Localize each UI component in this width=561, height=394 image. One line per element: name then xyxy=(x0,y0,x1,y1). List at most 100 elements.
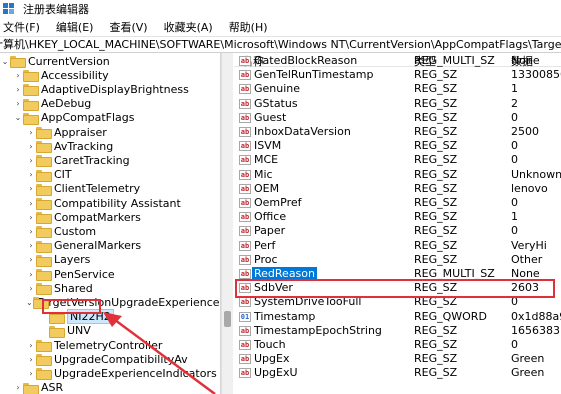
menu-help[interactable]: 帮助(H) xyxy=(226,19,271,35)
collapsed-chevron-icon[interactable]: › xyxy=(26,153,36,167)
tree-item-label: ASR xyxy=(41,381,64,394)
tree-item[interactable]: ⌄ CurrentVersion xyxy=(0,54,220,68)
value-row[interactable]: ab UpgEx REG_SZ Green xyxy=(234,352,561,366)
values-pane[interactable]: 名称 类型 数据 ab GatedBlockReason REG_MULTI_SZ N… xyxy=(234,53,561,394)
value-row[interactable]: ab GatedBlockReason REG_MULTI_SZ None xyxy=(234,54,561,68)
value-data: 0 xyxy=(511,110,518,124)
collapsed-chevron-icon[interactable]: › xyxy=(26,253,36,267)
collapsed-chevron-icon[interactable]: › xyxy=(26,139,36,153)
tree-item[interactable]: › GeneralMarkers xyxy=(0,239,220,253)
folder-icon xyxy=(36,240,52,253)
tree-item[interactable]: › Custom xyxy=(0,224,220,239)
expanded-chevron-icon[interactable]: ⌄ xyxy=(0,54,10,68)
collapsed-chevron-icon[interactable]: › xyxy=(26,196,36,210)
tree-scrollbar-thumb[interactable] xyxy=(224,311,231,327)
collapsed-chevron-icon[interactable]: › xyxy=(26,267,36,281)
value-row[interactable]: ab ISVM REG_SZ 0 xyxy=(234,139,561,153)
value-row[interactable]: ab Office REG_SZ 1 xyxy=(234,210,561,224)
tree-item[interactable]: › AeDebug xyxy=(0,97,220,111)
value-row[interactable]: ab UpgExU REG_SZ Green xyxy=(234,366,561,380)
tree-item[interactable]: › Accessibility xyxy=(0,68,220,83)
expanded-chevron-icon[interactable]: ⌄ xyxy=(26,295,33,309)
value-row[interactable]: ab Mic REG_SZ Unknown xyxy=(234,168,561,182)
tree-item[interactable]: › CaretTracking xyxy=(0,153,220,168)
collapsed-chevron-icon[interactable]: › xyxy=(26,182,36,196)
menu-edit[interactable]: 编辑(E) xyxy=(53,19,97,35)
value-data: None xyxy=(511,54,540,67)
expanded-chevron-icon[interactable]: ⌄ xyxy=(13,111,23,125)
menu-view[interactable]: 查看(V) xyxy=(106,19,150,35)
tree-item[interactable]: › Appraiser xyxy=(0,125,220,139)
value-type: REG_SZ xyxy=(414,82,458,96)
value-row[interactable]: ab Genuine REG_SZ 1 xyxy=(234,82,561,96)
value-row[interactable]: 01Timestamp REG_QWORD 0x1d88a96 xyxy=(234,310,561,324)
tree-item[interactable]: › CompatMarkers xyxy=(0,210,220,225)
tree-item[interactable]: › PenService xyxy=(0,267,220,281)
tree-item[interactable]: UNV xyxy=(0,324,220,338)
tree-item[interactable]: › AdaptiveDisplayBrightness xyxy=(0,82,220,97)
tree-item[interactable]: NI22H2 xyxy=(0,309,220,325)
value-name: ISVM xyxy=(254,139,282,153)
folder-icon xyxy=(36,183,52,196)
tree-item[interactable]: › Shared xyxy=(0,281,220,296)
tree-item-label: UpgradeExperienceIndicators xyxy=(54,366,217,380)
tree-item[interactable]: › ClientTelemetry xyxy=(0,182,220,196)
menu-favorites[interactable]: 收藏夹(A) xyxy=(161,19,216,35)
value-row[interactable]: ab Touch REG_SZ 0 xyxy=(234,338,561,352)
menu-file[interactable]: 文件(F) xyxy=(0,19,43,35)
value-type: REG_SZ xyxy=(414,110,458,124)
value-row[interactable]: abTimestampEpochString REG_SZ 165638316 xyxy=(234,324,561,338)
collapsed-chevron-icon[interactable]: › xyxy=(26,224,36,238)
menu-bar: 文件(F) 编辑(E) 查看(V) 收藏夹(A) 帮助(H) xyxy=(0,18,561,36)
collapsed-chevron-icon[interactable]: › xyxy=(26,281,36,295)
string-value-icon: ab xyxy=(239,297,251,308)
value-name: OEM xyxy=(254,181,280,195)
value-row[interactable]: ab Perf REG_SZ VeryHi xyxy=(234,239,561,253)
collapsed-chevron-icon[interactable]: › xyxy=(26,352,36,366)
value-row[interactable]: ab Proc REG_SZ Other xyxy=(234,253,561,267)
collapsed-chevron-icon[interactable]: › xyxy=(13,381,23,394)
collapsed-chevron-icon[interactable]: › xyxy=(13,82,23,96)
collapsed-chevron-icon[interactable]: › xyxy=(26,239,36,253)
collapsed-chevron-icon[interactable]: › xyxy=(26,338,36,352)
collapsed-chevron-icon[interactable]: › xyxy=(26,210,36,224)
tree-item[interactable]: ⌄ AppCompatFlags xyxy=(0,111,220,125)
string-value-icon: ab xyxy=(239,354,251,365)
tree-item-label: PenService xyxy=(54,267,115,281)
tree-item[interactable]: › Layers xyxy=(0,253,220,267)
tree-item-label: AppCompatFlags xyxy=(41,111,135,125)
tree-item[interactable]: › ASR xyxy=(0,381,220,394)
value-row[interactable]: ab OEM REG_SZ lenovo xyxy=(234,182,561,196)
tree-item[interactable]: › UpgradeCompatibilityAv xyxy=(0,352,220,367)
value-data: VeryHi xyxy=(511,238,547,252)
value-data: 0 xyxy=(511,338,518,351)
tree-item[interactable]: › UpgradeExperienceIndicators xyxy=(0,366,220,381)
tree-item[interactable]: › TelemetryController xyxy=(0,338,220,352)
value-row[interactable]: abGenTelRunTimestamp REG_SZ 133008567 xyxy=(234,68,561,82)
collapsed-chevron-icon[interactable]: › xyxy=(13,97,23,111)
string-value-icon: ab xyxy=(239,198,251,208)
collapsed-chevron-icon[interactable]: › xyxy=(26,168,36,182)
tree-item[interactable]: › CIT xyxy=(0,168,220,182)
value-row[interactable]: ab InboxDataVersion REG_SZ 2500 xyxy=(234,125,561,139)
tree-item-label: ClientTelemetry xyxy=(54,182,141,196)
tree-item[interactable]: ⌄ TargetVersionUpgradeExperienceInc xyxy=(0,295,220,310)
value-name: UpgEx xyxy=(254,352,290,366)
tree-item[interactable]: › AvTracking xyxy=(0,139,220,154)
collapsed-chevron-icon[interactable]: › xyxy=(26,366,36,380)
tree-item[interactable]: › Compatibility Assistant xyxy=(0,196,220,210)
value-type: REG_MULTI_SZ xyxy=(414,54,495,67)
value-row[interactable]: ab Paper REG_SZ 0 xyxy=(234,224,561,238)
value-row[interactable]: ab GStatus REG_SZ 2 xyxy=(234,97,561,111)
tree-scrollbar[interactable] xyxy=(221,53,233,394)
tree-item-label: Layers xyxy=(54,253,91,267)
address-bar[interactable]: 计算机\HKEY_LOCAL_MACHINE\SOFTWARE\Microsof… xyxy=(0,36,561,53)
tree-item-label: CompatMarkers xyxy=(54,210,141,224)
collapsed-chevron-icon[interactable]: › xyxy=(26,125,36,139)
value-name: Office xyxy=(254,210,287,224)
value-row[interactable]: ab MCE REG_SZ 0 xyxy=(234,153,561,167)
value-row[interactable]: ab OemPref REG_SZ 0 xyxy=(234,196,561,210)
value-row[interactable]: ab Guest REG_SZ 0 xyxy=(234,111,561,125)
collapsed-chevron-icon[interactable]: › xyxy=(13,68,23,82)
registry-tree[interactable]: ⌄ CurrentVersion › Accessibility › AdaptiveDi… xyxy=(0,53,221,394)
